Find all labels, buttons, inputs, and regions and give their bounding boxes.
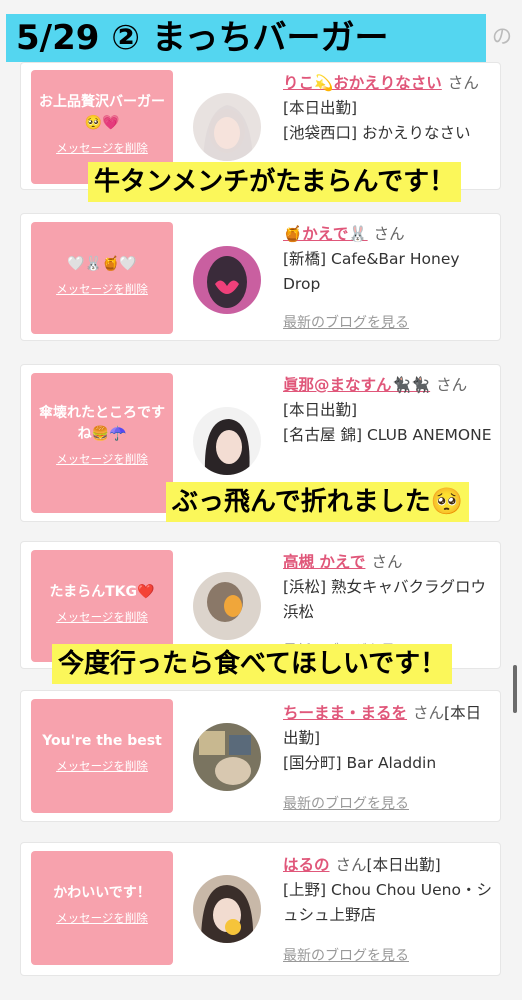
delete-message-link[interactable]: メッセージを削除 (37, 140, 167, 156)
avatar[interactable] (193, 572, 261, 640)
profile-name-link[interactable]: 眞那@まなすん🐈‍⬛🐈‍⬛ (283, 376, 430, 394)
shop-info: [浜松] 熟女キャバクラグロウ 浜松 (283, 578, 487, 621)
latest-blog-link[interactable]: 最新のブログを見る (283, 312, 409, 332)
message-card: 🤍🐰🍯🤍 メッセージを削除 🍯かえで🐰 さん [新橋] Cafe&Bar Hone… (20, 213, 501, 341)
message-card: かわいいです！ メッセージを削除 はるの さん[本日出勤] [上野] Chou C… (20, 842, 501, 976)
avatar[interactable] (193, 246, 261, 314)
message-box: 傘壊れたところですね🍔☂️ メッセージを削除 (31, 373, 173, 513)
avatar[interactable] (193, 875, 261, 943)
profile-info: 高槻 かえで さん [浜松] 熟女キャバクラグロウ 浜松 (283, 553, 487, 621)
shop-info: [名古屋 錦] CLUB ANEMONE (283, 426, 492, 444)
profile-name-link[interactable]: ちーまま・まるを (283, 704, 407, 722)
shop-info: [新橋] Cafe&Bar Honey Drop (283, 250, 460, 293)
highlight-caption: 今度行ったら食べてほしいです！ (52, 644, 453, 684)
delete-message-link[interactable]: メッセージを削除 (37, 281, 167, 297)
profile-name-link[interactable]: 🍯かえで🐰 (283, 225, 368, 243)
profile-info: りこ💫おかえりなさい さん [本日出勤] [池袋西口] おかえりなさい (283, 74, 479, 142)
profile-name-link[interactable]: 高槻 かえで (283, 553, 365, 571)
profile-info: はるの さん[本日出勤] [上野] Chou Chou Ueno・シュシュ上野店 (283, 856, 492, 924)
message-text: お上品贅沢バーガー🥺💗 (39, 94, 165, 131)
message-box: かわいいです！ メッセージを削除 (31, 851, 173, 965)
message-text: You're the best (42, 733, 162, 749)
message-box: 🤍🐰🍯🤍 メッセージを削除 (31, 222, 173, 334)
message-text: 傘壊れたところですね🍔☂️ (39, 405, 165, 442)
delete-message-link[interactable]: メッセージを削除 (37, 910, 167, 926)
highlight-caption: ぶっ飛んで折れました🥺 (166, 482, 470, 522)
message-text: 🤍🐰🍯🤍 (67, 256, 137, 272)
shop-info: [国分町] Bar Aladdin (283, 754, 437, 772)
work-status: [本日出勤] (366, 856, 441, 874)
avatar[interactable] (193, 407, 261, 475)
scrollbar-thumb[interactable] (513, 665, 517, 713)
profile-info: ちーまま・まるを さん[本日出勤] [国分町] Bar Aladdin (283, 704, 482, 772)
profile-name-link[interactable]: りこ💫おかえりなさい (283, 74, 442, 92)
delete-message-link[interactable]: メッセージを削除 (37, 451, 167, 467)
work-status: [本日出勤] (283, 99, 358, 117)
page-title: 5/29 ② まっちバーガー (6, 14, 486, 62)
latest-blog-link[interactable]: 最新のブログを見る (283, 945, 409, 965)
shop-info: [池袋西口] おかえりなさい (283, 124, 471, 142)
message-box: You're the best メッセージを削除 (31, 699, 173, 813)
delete-message-link[interactable]: メッセージを削除 (37, 758, 167, 774)
avatar[interactable] (193, 93, 261, 161)
highlight-caption: 牛タンメンチがたまらんです！ (88, 162, 462, 202)
work-status: [本日出勤] (283, 401, 358, 419)
profile-info: 🍯かえで🐰 さん [新橋] Cafe&Bar Honey Drop (283, 225, 460, 293)
message-text: かわいいです！ (53, 885, 151, 901)
shop-info: [上野] Chou Chou Ueno・シュシュ上野店 (283, 881, 492, 924)
message-card: You're the best メッセージを削除 ちーまま・まるを さん[本日出勤… (20, 690, 501, 822)
avatar[interactable] (193, 723, 261, 791)
clipped-text: の (492, 24, 512, 48)
delete-message-link[interactable]: メッセージを削除 (37, 609, 167, 625)
latest-blog-link[interactable]: 最新のブログを見る (283, 793, 409, 813)
message-text: たまらんTKG❤️ (49, 584, 155, 600)
profile-info: 眞那@まなすん🐈‍⬛🐈‍⬛ さん [本日出勤] [名古屋 錦] CLUB ANEM… (283, 376, 492, 444)
profile-name-link[interactable]: はるの (283, 856, 330, 874)
